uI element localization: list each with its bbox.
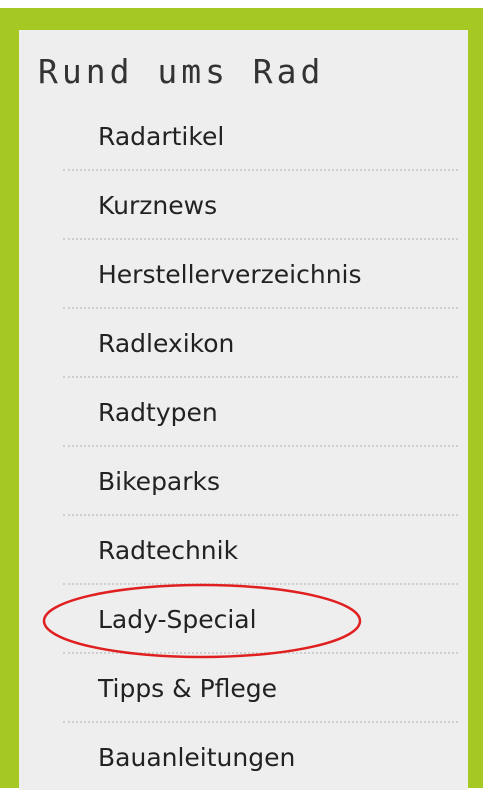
nav-item-label[interactable]: Radartikel — [98, 122, 224, 151]
nav-item-tipps-pflege[interactable]: Tipps & Pflege — [19, 654, 468, 723]
nav-section-title: Rund ums Rad — [38, 52, 325, 91]
nav-item-label[interactable]: Kurznews — [98, 191, 217, 220]
nav-item-radtypen[interactable]: Radtypen — [19, 378, 468, 447]
sidebar-nav-panel: Rund ums Rad Radartikel Kurznews Herstel… — [19, 30, 468, 790]
nav-item-label[interactable]: Radtechnik — [98, 536, 238, 565]
nav-item-label[interactable]: Bikeparks — [98, 467, 220, 496]
nav-item-label[interactable]: Radtypen — [98, 398, 218, 427]
nav-item-label[interactable]: Herstellerverzeichnis — [98, 260, 362, 289]
nav-item-bikeparks[interactable]: Bikeparks — [19, 447, 468, 516]
nav-item-radtechnik[interactable]: Radtechnik — [19, 516, 468, 585]
nav-item-radlexikon[interactable]: Radlexikon — [19, 309, 468, 378]
nav-item-radartikel[interactable]: Radartikel — [19, 102, 468, 171]
nav-item-label[interactable]: Tipps & Pflege — [98, 674, 277, 703]
nav-item-bauanleitungen[interactable]: Bauanleitungen — [19, 723, 468, 790]
nav-item-label[interactable]: Radlexikon — [98, 329, 234, 358]
nav-item-lady-special[interactable]: Lady-Special — [19, 585, 468, 654]
nav-item-label[interactable]: Bauanleitungen — [98, 743, 295, 772]
nav-item-label[interactable]: Lady-Special — [98, 605, 257, 634]
nav-item-kurznews[interactable]: Kurznews — [19, 171, 468, 240]
nav-item-herstellerverzeichnis[interactable]: Herstellerverzeichnis — [19, 240, 468, 309]
nav-menu: Radartikel Kurznews Herstellerverzeichni… — [19, 102, 468, 790]
